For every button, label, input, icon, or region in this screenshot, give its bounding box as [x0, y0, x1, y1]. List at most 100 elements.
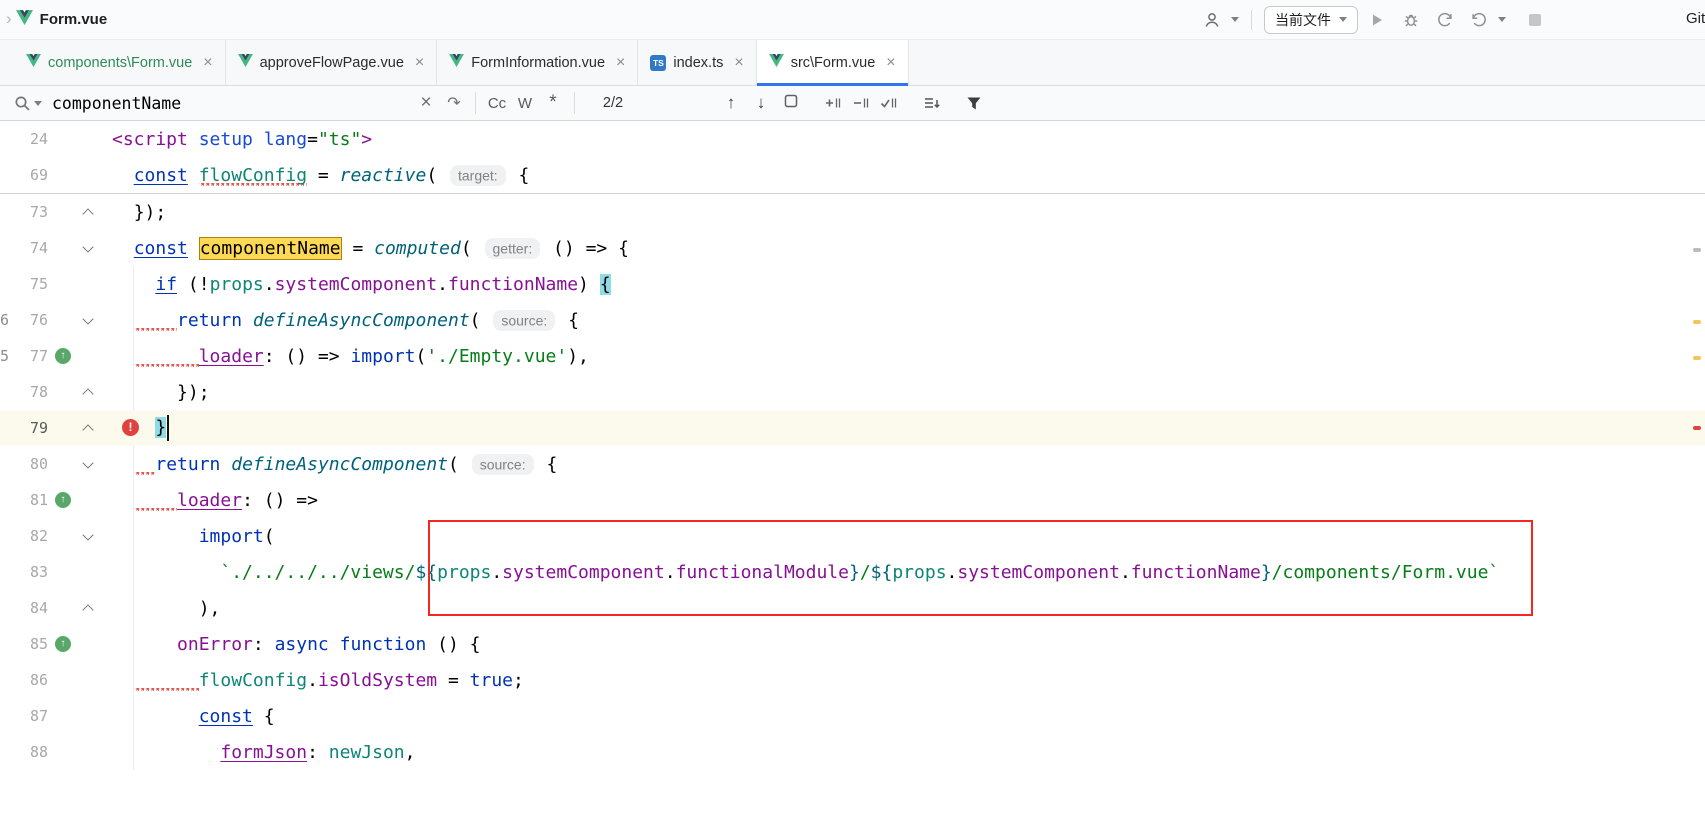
results-list-icon[interactable] — [918, 90, 946, 116]
vue-icon — [238, 54, 253, 71]
error-icon[interactable]: ! — [122, 419, 139, 436]
tab-label: approveFlowPage.vue — [260, 55, 404, 71]
gutter-icon-column: ↑ — [48, 348, 78, 364]
code-line-85[interactable]: 85↑ onError: async function () { — [0, 626, 1705, 662]
search-history-caret-icon[interactable] — [34, 101, 42, 106]
tab-index-ts[interactable]: TS index.ts × — [638, 40, 756, 85]
close-icon[interactable]: × — [734, 55, 743, 71]
gutter-up-icon[interactable]: ↑ — [55, 492, 71, 508]
debug-button[interactable] — [1396, 6, 1426, 34]
chevron-right-icon[interactable]: › — [6, 9, 12, 29]
stripe-error-mark[interactable] — [1693, 426, 1701, 430]
filter-icon[interactable] — [960, 90, 988, 116]
fold-down-icon[interactable] — [82, 529, 93, 540]
tab-approveflowpage-vue[interactable]: approveFlowPage.vue × — [226, 40, 438, 85]
left-clipped-text: 6 — [0, 311, 10, 329]
code-line-80[interactable]: 80 return defineAsyncComponent( source: … — [0, 446, 1705, 482]
code-line-73[interactable]: 73 }); — [0, 194, 1705, 230]
fold-column — [78, 423, 98, 434]
code-text: const componentName = computed( getter: … — [98, 238, 1705, 259]
code-line-75[interactable]: 75 if (!props.systemComponent.functionNa… — [0, 266, 1705, 302]
close-icon[interactable]: × — [415, 55, 424, 71]
code-line-74[interactable]: 74 const componentName = computed( gette… — [0, 230, 1705, 266]
line-number: 76 — [10, 311, 48, 329]
editor[interactable]: 24<script setup lang="ts">69 const flowC… — [0, 121, 1705, 820]
code-line-87[interactable]: 87 const { — [0, 698, 1705, 734]
close-icon[interactable]: × — [616, 55, 625, 71]
tab-src-form-vue[interactable]: src\Form.vue × — [757, 40, 909, 85]
next-match-button[interactable]: ↓ — [746, 90, 776, 116]
fold-up-icon[interactable] — [82, 208, 93, 219]
find-bar: componentName × ↷ Cc W * 2/2 ↑ ↓ — [0, 86, 1705, 121]
user-menu-caret-icon[interactable] — [1231, 17, 1239, 22]
line-number: 78 — [10, 383, 48, 401]
stripe-warning-mark[interactable] — [1693, 356, 1701, 360]
code-line-77[interactable]: 577↑ loader: () => import('./Empty.vue')… — [0, 338, 1705, 374]
rerun-button[interactable] — [1464, 6, 1494, 34]
fold-down-icon[interactable] — [82, 457, 93, 468]
tab-forminformation-vue[interactable]: FormInformation.vue × — [437, 40, 638, 85]
regex-toggle[interactable]: * — [539, 90, 567, 116]
code-text: loader: () => import('./Empty.vue'), — [98, 346, 1705, 367]
code-line-76[interactable]: 676 return defineAsyncComponent( source:… — [0, 302, 1705, 338]
newline-icon[interactable]: ↷ — [440, 90, 468, 116]
code-line-24[interactable]: 24<script setup lang="ts"> — [0, 121, 1705, 157]
code-text: flowConfig.isOldSystem = true; — [98, 670, 1705, 691]
stop-icon — [1529, 14, 1541, 26]
close-icon[interactable]: × — [886, 55, 895, 71]
fold-up-icon[interactable] — [82, 424, 93, 435]
add-occurrence-icon[interactable] — [818, 90, 846, 116]
code-line-69[interactable]: 69 const flowConfig = reactive( target: … — [0, 157, 1705, 193]
ide-window: › Form.vue 当前文件 — [0, 0, 1705, 820]
fold-column — [78, 603, 98, 614]
annotation-red-box — [428, 520, 1533, 616]
code-lines: 24<script setup lang="ts">69 const flowC… — [0, 121, 1705, 770]
fold-column — [78, 462, 98, 467]
run-configuration-select[interactable]: 当前文件 — [1264, 6, 1358, 34]
vue-icon — [769, 54, 784, 71]
line-number: 75 — [10, 275, 48, 293]
user-account-button[interactable] — [1197, 6, 1227, 34]
code-line-79[interactable]: 79 }! — [0, 410, 1705, 446]
fold-column — [78, 246, 98, 251]
stop-button[interactable] — [1520, 6, 1550, 34]
stripe-warning-mark[interactable] — [1693, 320, 1701, 324]
in-selection-icon[interactable] — [776, 90, 806, 116]
gutter-up-icon[interactable]: ↑ — [55, 636, 71, 652]
whole-words-toggle[interactable]: W — [511, 90, 539, 116]
findbar-divider — [574, 92, 575, 114]
line-number: 74 — [10, 239, 48, 257]
fold-down-icon[interactable] — [82, 241, 93, 252]
code-line-88[interactable]: 88 formJson: newJson, — [0, 734, 1705, 770]
line-number: 83 — [10, 563, 48, 581]
tab-components-form-vue[interactable]: components\Form.vue × — [14, 40, 226, 85]
line-number: 84 — [10, 599, 48, 617]
close-icon[interactable]: × — [203, 55, 212, 71]
code-line-81[interactable]: 81↑ loader: () => — [0, 482, 1705, 518]
fold-up-icon[interactable] — [82, 604, 93, 615]
profiler-button[interactable] — [1430, 6, 1460, 34]
fold-column — [78, 534, 98, 539]
rerun-caret-icon[interactable] — [1498, 17, 1506, 22]
gutter-up-icon[interactable]: ↑ — [55, 348, 71, 364]
match-case-toggle[interactable]: Cc — [483, 90, 511, 116]
code-line-86[interactable]: 86 flowConfig.isOldSystem = true; — [0, 662, 1705, 698]
vue-icon — [449, 54, 464, 71]
clear-search-icon[interactable]: × — [412, 90, 440, 116]
vue-icon — [26, 54, 41, 71]
fold-down-icon[interactable] — [82, 313, 93, 324]
remove-occurrence-icon[interactable] — [846, 90, 874, 116]
toolbar-divider — [1251, 10, 1252, 30]
vue-logo-icon — [16, 10, 33, 30]
line-number: 77 — [10, 347, 48, 365]
search-input[interactable]: componentName — [52, 94, 412, 113]
stripe-search-mark[interactable] — [1693, 248, 1701, 252]
git-widget[interactable]: Git — [1686, 10, 1705, 27]
code-text: onError: async function () { — [98, 634, 1705, 655]
code-line-78[interactable]: 78 }); — [0, 374, 1705, 410]
previous-match-button[interactable]: ↑ — [716, 90, 746, 116]
select-all-occurrences-icon[interactable] — [874, 90, 902, 116]
fold-up-icon[interactable] — [82, 388, 93, 399]
run-button[interactable] — [1362, 6, 1392, 34]
search-icon[interactable] — [14, 95, 31, 112]
